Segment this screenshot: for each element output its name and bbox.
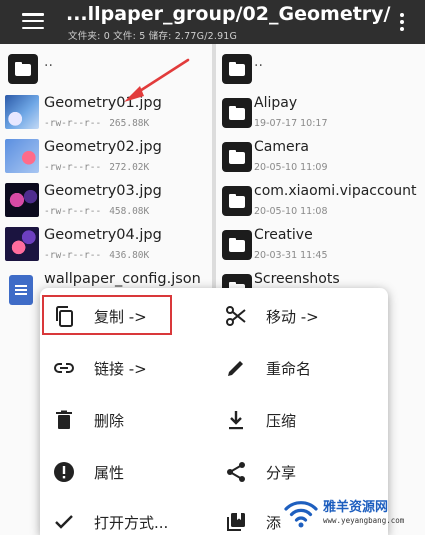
file-name: Geometry04.jpg: [44, 227, 162, 243]
image-thumbnail: [5, 139, 39, 173]
file-meta: -rw-r--r-- 265.88K: [44, 118, 149, 129]
menu-item-delete[interactable]: 删除: [52, 400, 124, 440]
menu-item-properties[interactable]: 属性: [52, 452, 124, 492]
file-permissions: -rw-r--r--: [44, 162, 102, 173]
image-thumbnail: [5, 95, 39, 129]
folder-name: Alipay: [254, 95, 298, 111]
folder-row[interactable]: Creative 20-03-31 11:45: [216, 224, 425, 268]
file-row[interactable]: Geometry04.jpg -rw-r--r-- 436.80K: [0, 224, 212, 268]
file-size: 265.88K: [109, 118, 150, 129]
folder-date: 20-05-10 11:09: [254, 162, 328, 173]
folder-icon: [222, 142, 252, 172]
parent-directory-label: ..: [44, 54, 53, 70]
path-title: ...llpaper_group/02_Geometry/: [66, 3, 391, 25]
file-meta: -rw-r--r-- 272.02K: [44, 162, 149, 173]
folder-icon: [222, 54, 252, 84]
file-name: Geometry02.jpg: [44, 139, 162, 155]
folder-name: Creative: [254, 227, 313, 243]
cut-icon: [224, 304, 248, 328]
link-icon: [52, 356, 76, 380]
folder-row[interactable]: Alipay 19-07-17 10:17: [216, 92, 425, 136]
folder-icon: [222, 186, 252, 216]
share-icon: [224, 460, 248, 484]
parent-directory-label: ..: [254, 54, 263, 70]
file-row[interactable]: Geometry02.jpg -rw-r--r-- 272.02K: [0, 136, 212, 180]
menu-item-label: 分享: [266, 463, 297, 482]
folder-name: Screenshots: [254, 271, 340, 287]
menu-item-label: 重命名: [266, 359, 312, 378]
folder-icon: [222, 98, 252, 128]
menu-item-move[interactable]: 移动 ->: [224, 296, 319, 336]
menu-item-label: 添: [266, 513, 282, 532]
file-name: wallpaper_config.json: [44, 271, 201, 287]
menu-item-label: 删除: [94, 411, 125, 430]
watermark: 雅羊资源网 www.yeyangbang.com: [283, 495, 419, 531]
file-size: 458.08K: [109, 206, 150, 217]
menu-item-share[interactable]: 分享: [224, 452, 296, 492]
annotation-arrow-icon: [124, 58, 190, 102]
menu-icon[interactable]: [22, 13, 44, 30]
menu-item-rename[interactable]: 重命名: [224, 348, 311, 388]
menu-item-label: 打开方式...: [94, 513, 169, 532]
storage-summary: 文件夹: 0 文件: 5 储存: 2.77G/2.91G: [68, 31, 238, 42]
image-thumbnail: [5, 183, 39, 217]
menu-item-copy[interactable]: 复制 ->: [52, 296, 147, 336]
watermark-text: 雅羊资源网: [323, 500, 389, 515]
folder-row[interactable]: Camera 20-05-10 11:09: [216, 136, 425, 180]
watermark-url: www.yeyangbang.com: [323, 516, 405, 525]
folder-date: 20-05-10 11:08: [254, 206, 328, 217]
menu-item-link[interactable]: 链接 ->: [52, 348, 147, 388]
file-name: Geometry03.jpg: [44, 183, 162, 199]
folder-name: Camera: [254, 139, 309, 155]
folder-date: 20-03-31 11:45: [254, 250, 328, 261]
menu-item-label: 属性: [94, 463, 125, 482]
more-options-icon[interactable]: [399, 13, 405, 33]
file-size: 272.02K: [109, 162, 150, 173]
menu-item-open-with[interactable]: 打开方式...: [52, 502, 168, 535]
file-meta: -rw-r--r-- 458.08K: [44, 206, 149, 217]
parent-directory-row[interactable]: ..: [216, 48, 425, 92]
menu-item-compress[interactable]: 压缩: [224, 400, 296, 440]
info-icon: [52, 460, 76, 484]
pencil-icon: [224, 356, 248, 380]
check-icon: [52, 510, 76, 534]
wifi-logo-icon: [284, 501, 318, 528]
menu-item-label: 移动 ->: [266, 307, 319, 326]
document-icon: [9, 275, 33, 305]
app-bar: ...llpaper_group/02_Geometry/ 文件夹: 0 文件:…: [0, 0, 425, 44]
trash-icon: [52, 408, 76, 432]
download-icon: [224, 408, 248, 432]
bookmark-icon: [224, 510, 248, 534]
file-permissions: -rw-r--r--: [44, 206, 102, 217]
menu-item-label: 压缩: [266, 411, 297, 430]
folder-date: 19-07-17 10:17: [254, 118, 328, 129]
folder-row[interactable]: com.xiaomi.vipaccount 20-05-10 11:08: [216, 180, 425, 224]
folder-icon: [8, 54, 38, 84]
file-row[interactable]: Geometry03.jpg -rw-r--r-- 458.08K: [0, 180, 212, 224]
file-permissions: -rw-r--r--: [44, 250, 102, 261]
folder-name: com.xiaomi.vipaccount: [254, 183, 417, 199]
menu-item-label: 链接 ->: [94, 359, 147, 378]
file-size: 436.80K: [109, 250, 150, 261]
file-meta: -rw-r--r-- 436.80K: [44, 250, 149, 261]
copy-icon: [52, 304, 76, 328]
folder-icon: [222, 230, 252, 260]
file-permissions: -rw-r--r--: [44, 118, 102, 129]
menu-item-label: 复制 ->: [94, 307, 147, 326]
menu-item-add-bookmark[interactable]: 添: [224, 502, 281, 535]
image-thumbnail: [5, 227, 39, 261]
